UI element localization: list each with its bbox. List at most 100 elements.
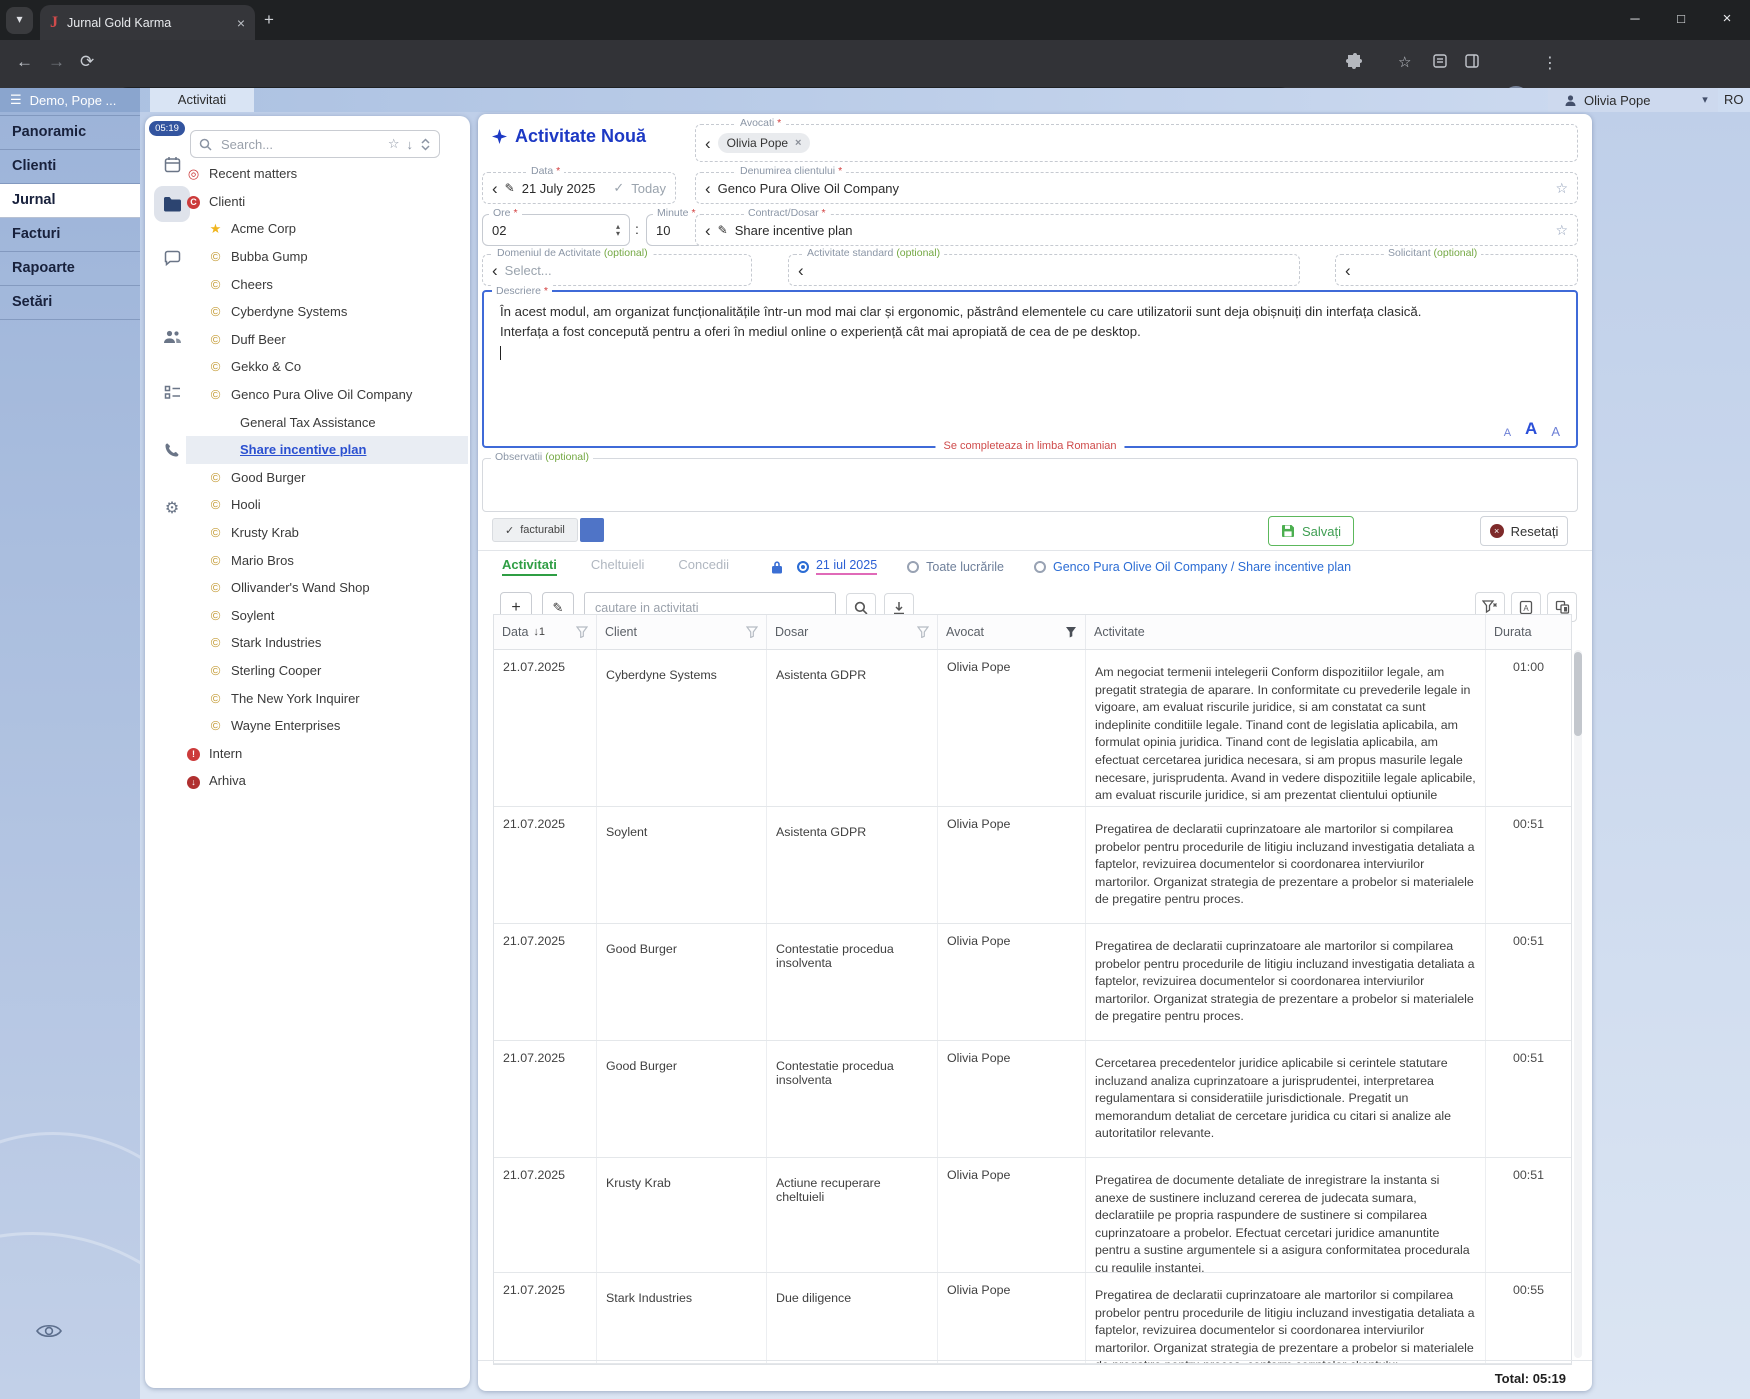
tree-item-good-burger[interactable]: ©Good Burger xyxy=(186,464,468,492)
nav-item-facturi[interactable]: Facturi xyxy=(0,218,140,252)
descriere-textarea[interactable]: Descriere * În acest modul, am organizat… xyxy=(482,290,1578,448)
tree-item-recent-matters[interactable]: ◎Recent matters xyxy=(186,160,468,188)
contacts-icon[interactable] xyxy=(154,318,190,354)
workspace-switcher[interactable]: ☰ Demo, Pope ... xyxy=(0,88,140,112)
nav-item-setări[interactable]: Setări xyxy=(0,286,140,320)
font-size-button-1[interactable]: A xyxy=(1525,416,1537,442)
save-button[interactable]: Salvați xyxy=(1268,516,1354,546)
nav-item-panoramic[interactable]: Panoramic xyxy=(0,116,140,150)
worklog-tab-activitati[interactable]: Activitati xyxy=(502,557,557,576)
facturabil-toggle[interactable]: ✓ facturabil xyxy=(492,518,604,542)
reading-list-icon[interactable] xyxy=(1432,53,1448,69)
chevron-left-icon[interactable]: ‹ xyxy=(705,222,711,239)
column-header-durata[interactable]: Durata xyxy=(1486,615,1571,649)
bookmark-list-icon[interactable]: ☆ xyxy=(1398,53,1411,71)
phone-icon[interactable] xyxy=(154,432,190,468)
tree-item-bubba-gump[interactable]: ©Bubba Gump xyxy=(186,243,468,271)
chevron-left-icon[interactable]: ‹ xyxy=(705,180,711,197)
table-row-5[interactable]: 21.07.2025Stark IndustriesDue diligenceO… xyxy=(494,1273,1571,1364)
scrollbar-thumb[interactable] xyxy=(1574,652,1582,736)
tab-close-icon[interactable]: × xyxy=(237,15,245,31)
window-close-button[interactable]: × xyxy=(1704,0,1750,38)
activitate-standard-field[interactable]: Activitate standard (optional) ‹ xyxy=(788,254,1300,286)
chat-icon[interactable] xyxy=(154,240,190,276)
facturabil-toggle-square[interactable] xyxy=(580,518,604,542)
tree-item-general-tax-assistance[interactable]: General Tax Assistance xyxy=(186,408,468,436)
app-tab-activitati[interactable]: Activitati xyxy=(150,88,254,112)
chevron-left-icon[interactable]: ‹ xyxy=(492,262,498,279)
eye-icon[interactable] xyxy=(36,1322,62,1340)
avocati-field[interactable]: Avocati * ‹ Olivia Pope × xyxy=(695,124,1578,162)
font-size-button-2[interactable]: A xyxy=(1551,422,1560,442)
window-minimize-button[interactable]: ─ xyxy=(1612,0,1658,38)
language-selector[interactable]: RO xyxy=(1724,88,1744,112)
tree-item-hooli[interactable]: ©Hooli xyxy=(186,491,468,519)
font-size-button-0[interactable]: A xyxy=(1504,425,1511,442)
table-row-1[interactable]: 21.07.2025SoylentAsistenta GDPROlivia Po… xyxy=(494,807,1571,924)
pencil-icon[interactable]: ✎ xyxy=(505,181,515,195)
window-maximize-button[interactable]: □ xyxy=(1658,0,1704,38)
column-header-dosar[interactable]: Dosar xyxy=(767,615,938,649)
client-search-input[interactable] xyxy=(219,136,381,153)
extensions-puzzle-icon[interactable] xyxy=(1346,53,1364,71)
table-scrollbar[interactable] xyxy=(1574,650,1582,1358)
side-panel-icon[interactable] xyxy=(1464,53,1480,69)
tree-item-gekko-co[interactable]: ©Gekko & Co xyxy=(186,353,468,381)
forward-button[interactable]: → xyxy=(48,52,65,72)
chevron-left-icon[interactable]: ‹ xyxy=(705,135,711,152)
chip-remove-icon[interactable]: × xyxy=(795,137,801,149)
ore-stepper[interactable]: Ore * 02 ▴▾ xyxy=(482,214,630,246)
tree-item-cyberdyne-systems[interactable]: ©Cyberdyne Systems xyxy=(186,298,468,326)
scope-21-iul-2025[interactable]: 21 iul 2025 xyxy=(797,558,877,575)
tree-item-arhiva[interactable]: ↓Arhiva xyxy=(186,767,468,795)
sort-arrow-icon[interactable]: ↓ xyxy=(407,137,414,152)
column-header-avocat[interactable]: Avocat xyxy=(938,615,1086,649)
reset-button[interactable]: × Resetați xyxy=(1480,516,1568,546)
worklog-tab-concedii[interactable]: Concedii xyxy=(678,557,729,576)
reload-button[interactable]: ⟳ xyxy=(80,52,94,72)
gear-icon[interactable]: ⚙ xyxy=(154,490,190,526)
favorites-star-icon[interactable]: ☆ xyxy=(388,136,400,152)
tasks-icon[interactable] xyxy=(154,374,190,410)
sort-indicator[interactable]: ↓1 xyxy=(533,626,545,638)
column-header-data[interactable]: Data↓1 xyxy=(494,615,597,649)
nav-item-rapoarte[interactable]: Rapoarte xyxy=(0,252,140,286)
new-tab-button[interactable]: + xyxy=(264,10,274,30)
worklog-tab-cheltuieli[interactable]: Cheltuieli xyxy=(591,557,644,576)
today-button[interactable]: Today xyxy=(631,181,666,196)
contract-dosar-field[interactable]: Contract/Dosar * ‹ ✎ Share incentive pla… xyxy=(695,214,1578,246)
nav-item-clienti[interactable]: Clienti xyxy=(0,150,140,184)
ore-spinner[interactable]: ▴▾ xyxy=(616,223,620,237)
hamburger-icon[interactable]: ☰ xyxy=(10,92,22,108)
nav-item-jurnal[interactable]: Jurnal xyxy=(0,184,140,218)
scope-toate-lucrările[interactable]: Toate lucrările xyxy=(907,558,1004,575)
observatii-textarea[interactable]: Observatii (optional) xyxy=(482,458,1578,512)
favorite-star-icon[interactable]: ☆ xyxy=(1555,222,1568,239)
table-row-0[interactable]: 21.07.2025Cyberdyne SystemsAsistenta GDP… xyxy=(494,650,1571,807)
pencil-icon[interactable]: ✎ xyxy=(718,223,728,237)
column-header-activitate[interactable]: Activitate xyxy=(1086,615,1486,649)
denumirea-clientului-field[interactable]: Denumirea clientului * ‹ Genco Pura Oliv… xyxy=(695,172,1578,204)
favorite-star-icon[interactable]: ☆ xyxy=(1555,180,1568,197)
chevron-left-icon[interactable]: ‹ xyxy=(492,180,498,197)
table-row-3[interactable]: 21.07.2025Good BurgerContestatie procedu… xyxy=(494,1041,1571,1158)
chevron-left-icon[interactable]: ‹ xyxy=(798,262,804,279)
tree-item-mario-bros[interactable]: ©Mario Bros xyxy=(186,546,468,574)
radio-icon[interactable] xyxy=(797,561,809,573)
tree-item-the-new-york-inquirer[interactable]: ©The New York Inquirer xyxy=(186,684,468,712)
avocat-chip[interactable]: Olivia Pope × xyxy=(718,133,811,153)
tree-item-duff-beer[interactable]: ©Duff Beer xyxy=(186,326,468,354)
tree-item-stark-industries[interactable]: ©Stark Industries xyxy=(186,629,468,657)
solicitant-field[interactable]: Solicitant (optional) ‹ xyxy=(1335,254,1578,286)
data-field[interactable]: Data * ‹ ✎ 21 July 2025 ✓ Today xyxy=(482,172,676,204)
client-search-box[interactable]: ☆ ↓ xyxy=(190,130,440,158)
calendar-icon[interactable] xyxy=(154,146,190,182)
chevron-left-icon[interactable]: ‹ xyxy=(1345,262,1351,279)
user-menu-caret-icon[interactable]: ▾ xyxy=(1694,90,1716,110)
tab-search-chevron-icon[interactable]: ▾ xyxy=(6,7,33,34)
tree-item-share-incentive-plan[interactable]: Share incentive plan xyxy=(186,436,468,464)
user-menu[interactable]: Olivia Pope xyxy=(1548,88,1718,112)
scope-genco-pura-olive-oil-company-share-incentive-plan[interactable]: Genco Pura Olive Oil Company / Share inc… xyxy=(1034,558,1351,575)
tree-item-clienti[interactable]: CClienti xyxy=(186,188,468,216)
tree-item-genco-pura-olive-oil-company[interactable]: ©Genco Pura Olive Oil Company xyxy=(186,381,468,409)
